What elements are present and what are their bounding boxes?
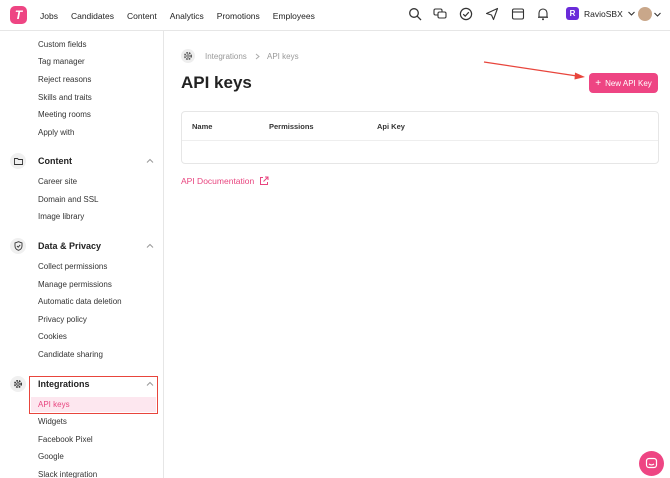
- gear-icon: [181, 49, 195, 63]
- sidebar-item-apply-with[interactable]: Apply with: [38, 128, 74, 137]
- sidebar-section-data-privacy[interactable]: Data & Privacy: [10, 238, 160, 254]
- nav-analytics[interactable]: Analytics: [170, 11, 204, 21]
- sidebar-item-google[interactable]: Google: [38, 452, 64, 461]
- sidebar-item-domain-ssl[interactable]: Domain and SSL: [38, 195, 98, 204]
- sidebar-item-meeting-rooms[interactable]: Meeting rooms: [38, 110, 91, 119]
- user-avatar[interactable]: [638, 7, 652, 21]
- chevron-up-icon: [146, 158, 154, 163]
- todo-check-icon[interactable]: [459, 7, 473, 21]
- sidebar-item-api-keys[interactable]: API keys: [38, 400, 70, 409]
- nav-content[interactable]: Content: [127, 11, 157, 21]
- sidebar-item-manage-permissions[interactable]: Manage permissions: [38, 280, 112, 289]
- plus-icon: +: [595, 77, 602, 89]
- column-header-permissions: Permissions: [269, 122, 314, 131]
- send-icon[interactable]: [485, 7, 499, 21]
- sidebar-item-skills-traits[interactable]: Skills and traits: [38, 93, 92, 102]
- breadcrumb-integrations[interactable]: Integrations: [205, 52, 247, 61]
- chevron-down-icon[interactable]: [653, 10, 662, 19]
- chevron-up-icon: [146, 243, 154, 248]
- api-documentation-link[interactable]: API Documentation: [181, 176, 269, 186]
- bell-icon[interactable]: [536, 7, 550, 21]
- sidebar-item-career-site[interactable]: Career site: [38, 177, 77, 186]
- gear-icon: [10, 376, 26, 392]
- nav-jobs[interactable]: Jobs: [40, 11, 58, 21]
- page-title: API keys: [181, 73, 252, 92]
- org-switcher[interactable]: R RavioSBX: [566, 7, 636, 20]
- sidebar-item-privacy-policy[interactable]: Privacy policy: [38, 315, 87, 324]
- column-header-api-key: Api Key: [377, 122, 405, 131]
- section-label: Integrations: [38, 379, 90, 389]
- sidebar-item-tag-manager[interactable]: Tag manager: [38, 57, 85, 66]
- chat-icon: [645, 457, 658, 469]
- main-nav: Jobs Candidates Content Analytics Promot…: [40, 0, 328, 31]
- nav-promotions[interactable]: Promotions: [217, 11, 260, 21]
- messages-icon[interactable]: [433, 7, 447, 21]
- new-api-key-button[interactable]: + New API Key: [589, 73, 658, 93]
- new-api-key-label: New API Key: [605, 78, 652, 88]
- sidebar-item-widgets[interactable]: Widgets: [38, 417, 67, 426]
- nav-employees[interactable]: Employees: [273, 11, 315, 21]
- sidebar-item-candidate-sharing[interactable]: Candidate sharing: [38, 350, 103, 359]
- sidebar-item-collect-permissions[interactable]: Collect permissions: [38, 262, 107, 271]
- main-content: Integrations API keys API keys + New API…: [165, 31, 670, 478]
- sidebar-item-facebook-pixel[interactable]: Facebook Pixel: [38, 435, 93, 444]
- chevron-up-icon: [146, 381, 154, 386]
- api-keys-table: Name Permissions Api Key: [181, 111, 659, 164]
- folder-icon: [10, 153, 26, 169]
- calendar-icon[interactable]: [511, 7, 525, 21]
- section-label: Content: [38, 156, 72, 166]
- top-bar: T Jobs Candidates Content Analytics Prom…: [0, 0, 670, 31]
- teamtailor-logo[interactable]: T: [10, 6, 27, 24]
- org-badge: R: [566, 7, 579, 20]
- table-divider: [182, 140, 658, 141]
- breadcrumb-api-keys: API keys: [267, 52, 299, 61]
- shield-icon: [10, 238, 26, 254]
- sidebar-item-cookies[interactable]: Cookies: [38, 332, 67, 341]
- org-name: RavioSBX: [584, 8, 623, 19]
- api-documentation-label: API Documentation: [181, 176, 255, 186]
- sidebar-section-content[interactable]: Content: [10, 153, 160, 169]
- sidebar-item-slack[interactable]: Slack integration: [38, 470, 97, 478]
- support-chat-button[interactable]: [639, 451, 664, 476]
- sidebar-item-image-library[interactable]: Image library: [38, 212, 84, 221]
- sidebar-item-custom-fields[interactable]: Custom fields: [38, 40, 86, 49]
- sidebar-item-reject-reasons[interactable]: Reject reasons: [38, 75, 91, 84]
- sidebar-section-integrations[interactable]: Integrations: [10, 376, 160, 392]
- chevron-down-icon: [627, 11, 635, 16]
- sidebar-item-auto-deletion[interactable]: Automatic data deletion: [38, 297, 122, 306]
- section-label: Data & Privacy: [38, 241, 102, 251]
- column-header-name: Name: [192, 122, 213, 131]
- nav-candidates[interactable]: Candidates: [71, 11, 114, 21]
- external-link-icon: [260, 176, 269, 185]
- settings-sidebar: Custom fields Tag manager Reject reasons…: [0, 31, 164, 478]
- search-icon[interactable]: [408, 7, 422, 21]
- chevron-right-icon: [255, 53, 260, 60]
